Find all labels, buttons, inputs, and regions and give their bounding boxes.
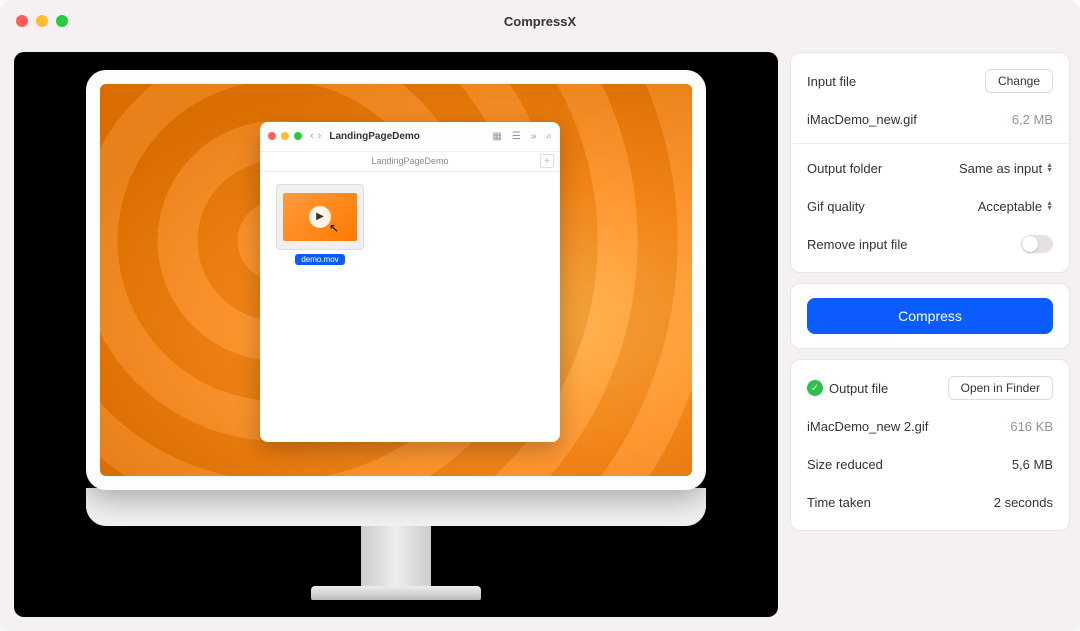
output-folder-value: Same as input (959, 161, 1042, 176)
finder-tab-label: LandingPageDemo (371, 156, 448, 166)
output-folder-label: Output folder (807, 161, 882, 176)
input-file-label: Input file (807, 74, 856, 89)
output-filesize: 616 KB (1010, 419, 1053, 434)
output-card: ✓ Output file Open in Finder iMacDemo_ne… (790, 359, 1070, 531)
back-icon: ‹ (310, 130, 314, 142)
remove-input-toggle[interactable] (1021, 235, 1053, 253)
finder-toolbar-icons: ▦ ☰ » ⌕ (492, 131, 552, 142)
finder-nav: ‹ › (310, 130, 321, 142)
play-icon: ▶ (309, 206, 331, 228)
window-controls (16, 15, 68, 27)
output-filename: iMacDemo_new 2.gif (807, 419, 928, 434)
size-reduced-value: 5,6 MB (1012, 457, 1053, 472)
chevron-updown-icon: ▲▼ (1046, 163, 1053, 173)
gif-quality-label: Gif quality (807, 199, 865, 214)
share-icon: » (531, 131, 537, 142)
minimize-icon[interactable] (36, 15, 48, 27)
finder-tabbar: LandingPageDemo + (260, 152, 560, 172)
action-card: Compress (790, 283, 1070, 349)
input-filesize: 6,2 MB (1012, 112, 1053, 127)
size-reduced-label: Size reduced (807, 457, 883, 472)
time-taken-label: Time taken (807, 495, 871, 510)
camera-dot-icon (393, 75, 399, 81)
finder-window: ‹ › LandingPageDemo ▦ ☰ » ⌕ (260, 122, 560, 442)
finder-toolbar: ‹ › LandingPageDemo ▦ ☰ » ⌕ (260, 122, 560, 152)
imac-chin (86, 488, 706, 526)
divider (791, 143, 1069, 144)
input-card: Input file Change iMacDemo_new.gif 6,2 M… (790, 52, 1070, 273)
change-button[interactable]: Change (985, 69, 1053, 93)
imac-stand-neck (361, 526, 431, 586)
search-icon: ⌕ (546, 131, 552, 142)
titlebar: CompressX (0, 0, 1080, 42)
time-taken-value: 2 seconds (994, 495, 1053, 510)
compress-button[interactable]: Compress (807, 298, 1053, 334)
app-window: CompressX ‹ (0, 0, 1080, 631)
cursor-icon: ↖ (329, 221, 339, 235)
open-in-finder-button[interactable]: Open in Finder (948, 376, 1053, 400)
file-name-label: demo.mov (295, 254, 344, 265)
close-icon (268, 132, 276, 140)
list-icon: ☰ (512, 131, 521, 142)
output-folder-select[interactable]: Same as input ▲▼ (959, 161, 1053, 176)
imac-illustration: ‹ › LandingPageDemo ▦ ☰ » ⌕ (86, 70, 706, 600)
check-circle-icon: ✓ (807, 380, 823, 396)
grid-icon: ▦ (492, 131, 501, 142)
new-tab-icon: + (540, 154, 554, 168)
imac-stand-base (311, 586, 481, 600)
input-filename: iMacDemo_new.gif (807, 112, 917, 127)
close-icon[interactable] (16, 15, 28, 27)
minimize-icon (281, 132, 289, 140)
maximize-icon[interactable] (56, 15, 68, 27)
file-item: ▶ ↖ demo.mov (272, 184, 368, 265)
forward-icon: › (318, 130, 322, 142)
finder-title: LandingPageDemo (329, 131, 420, 142)
gif-quality-value: Acceptable (978, 199, 1042, 214)
output-file-label: Output file (829, 381, 888, 396)
app-title: CompressX (504, 14, 576, 29)
chevron-updown-icon: ▲▼ (1046, 201, 1053, 211)
side-panel: Input file Change iMacDemo_new.gif 6,2 M… (790, 52, 1070, 617)
finder-content: ▶ ↖ demo.mov (260, 172, 560, 277)
imac-screen: ‹ › LandingPageDemo ▦ ☰ » ⌕ (86, 70, 706, 490)
file-thumbnail: ▶ ↖ (276, 184, 364, 250)
gif-quality-select[interactable]: Acceptable ▲▼ (978, 199, 1053, 214)
body: ‹ › LandingPageDemo ▦ ☰ » ⌕ (0, 42, 1080, 631)
maximize-icon (294, 132, 302, 140)
preview-pane: ‹ › LandingPageDemo ▦ ☰ » ⌕ (14, 52, 778, 617)
remove-input-label: Remove input file (807, 237, 907, 252)
finder-window-controls (268, 132, 302, 140)
